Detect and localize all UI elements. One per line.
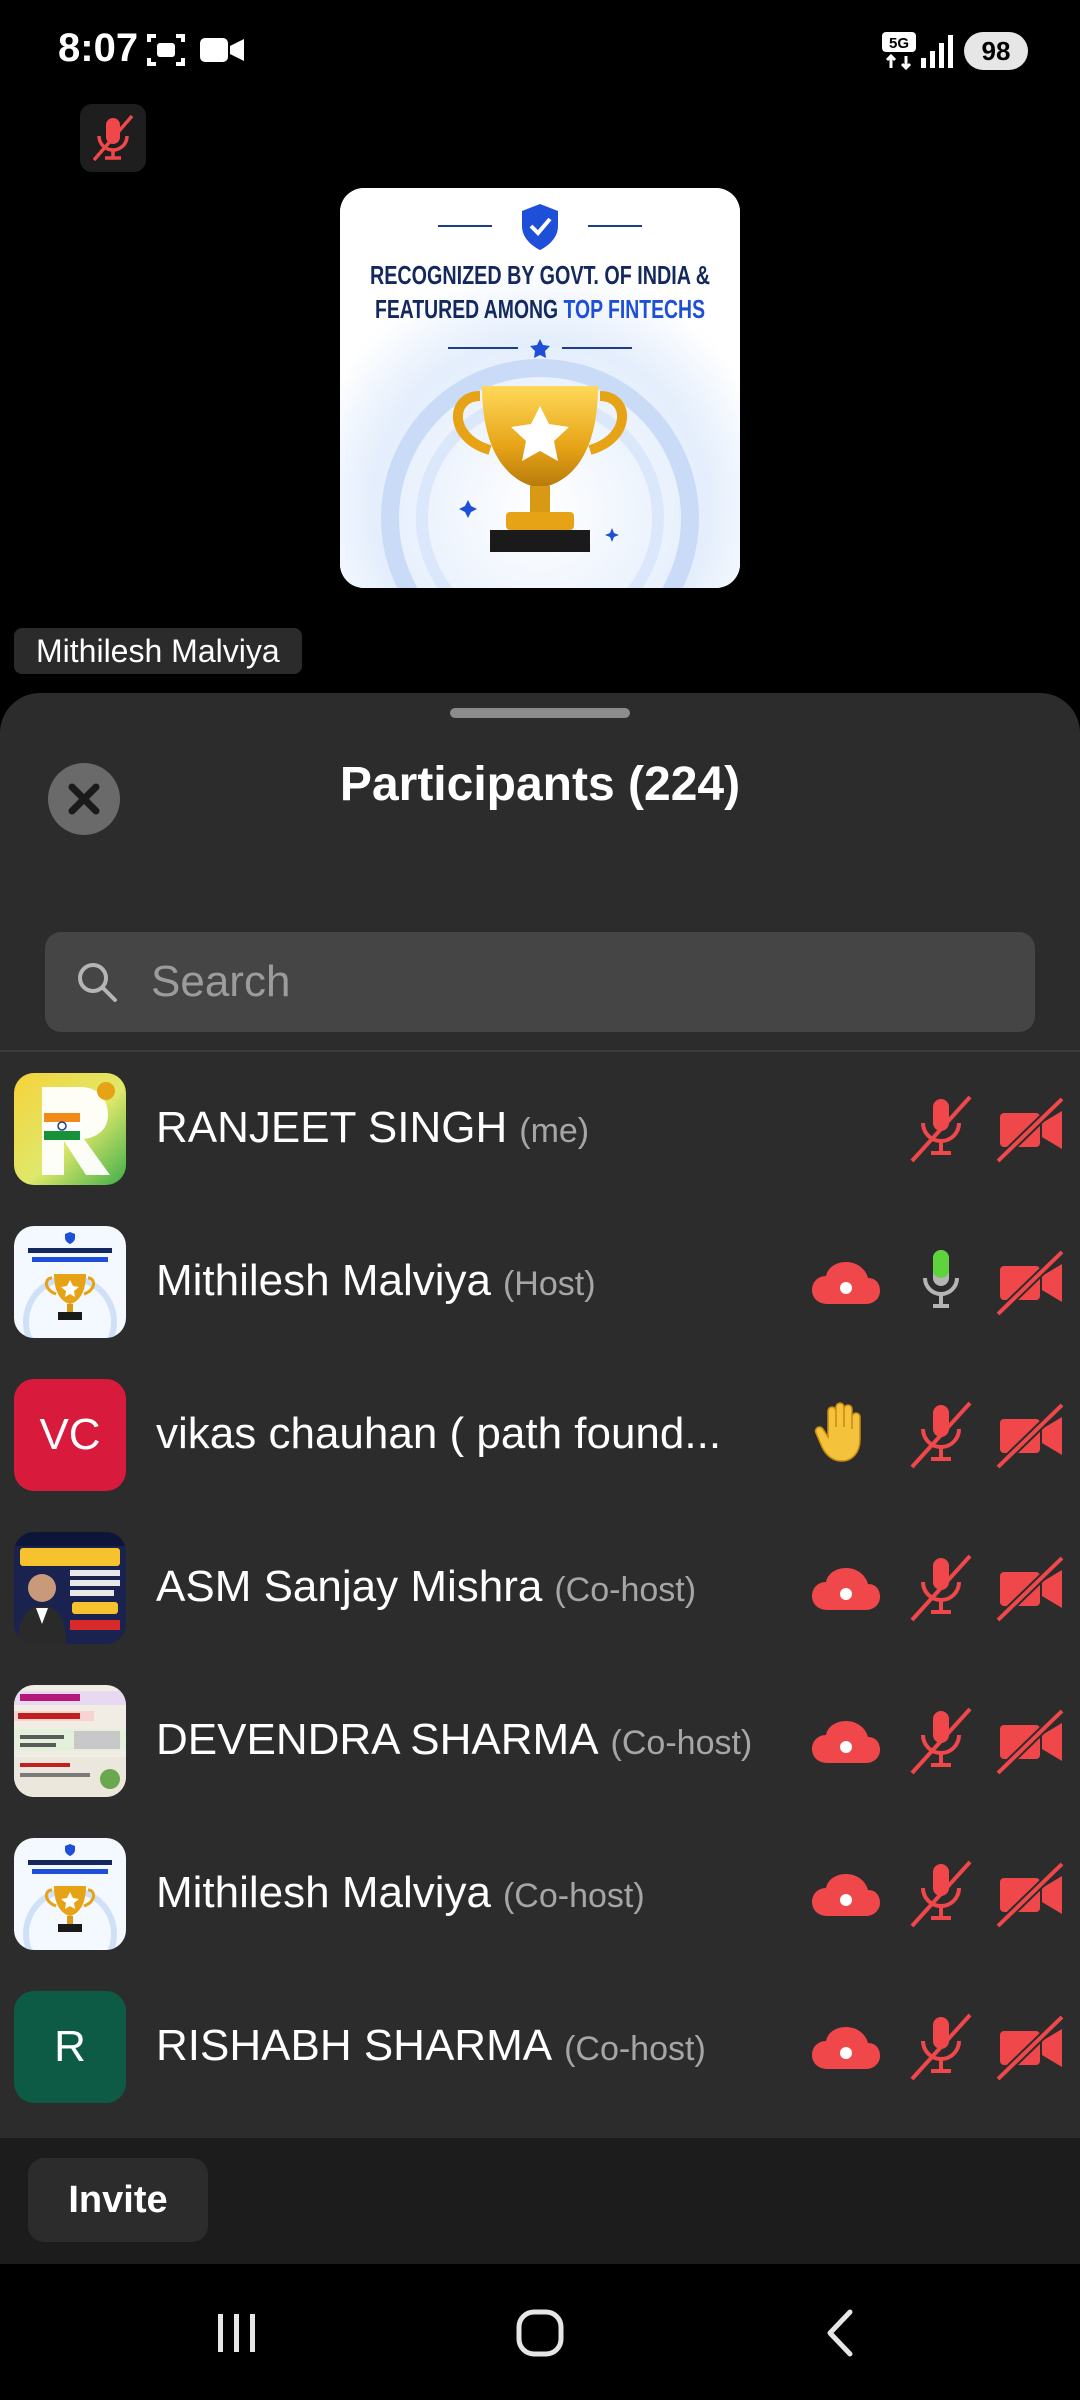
video-off-icon[interactable] bbox=[996, 1091, 1064, 1167]
participant-name: DEVENDRA SHARMA bbox=[156, 1715, 599, 1764]
mic-muted-icon[interactable] bbox=[906, 1550, 976, 1626]
avatar: R bbox=[14, 1991, 126, 2103]
search-bar[interactable] bbox=[45, 932, 1035, 1032]
screenshot-icon bbox=[147, 34, 185, 66]
participant-name: vikas chauhan ( path found... bbox=[156, 1409, 722, 1458]
participant-name-wrap: DEVENDRA SHARMA (Co-host) bbox=[156, 1715, 752, 1765]
cloud-recording-icon bbox=[812, 2027, 880, 2069]
system-navigation-bar bbox=[0, 2264, 1080, 2400]
participant-row[interactable]: VC vikas chauhan ( path found... bbox=[0, 1359, 1080, 1512]
participant-row[interactable]: DEVENDRA SHARMA (Co-host) bbox=[0, 1665, 1080, 1818]
participant-row[interactable]: R RISHABH SHARMA (Co-host) bbox=[0, 1971, 1080, 2124]
mic-muted-icon[interactable] bbox=[906, 2009, 976, 2085]
panel-title: Participants (224) bbox=[339, 758, 741, 811]
battery-indicator: 98 bbox=[964, 32, 1028, 70]
participant-name: Mithilesh Malviya bbox=[156, 1868, 491, 1917]
search-icon bbox=[78, 963, 117, 1002]
participant-name-wrap: vikas chauhan ( path found... bbox=[156, 1409, 721, 1459]
video-recording-icon bbox=[200, 38, 244, 62]
network-5g-icon: 5G bbox=[882, 32, 916, 70]
participant-role: (Co-host) bbox=[554, 1571, 697, 1609]
status-time: 8:07 bbox=[58, 26, 139, 70]
banner-line-2: FEATURED AMONG TOP FINTECHS bbox=[375, 294, 705, 324]
mic-muted-icon[interactable] bbox=[906, 1856, 976, 1932]
mic-muted-icon bbox=[92, 114, 134, 162]
participant-name-wrap: Mithilesh Malviya (Host) bbox=[156, 1256, 596, 1306]
video-off-icon[interactable] bbox=[996, 1397, 1064, 1473]
mic-on-icon[interactable] bbox=[906, 1244, 976, 1320]
cloud-recording-icon bbox=[812, 1262, 880, 1304]
video-off-icon[interactable] bbox=[996, 1244, 1064, 1320]
raised-hand-icon bbox=[814, 1402, 861, 1462]
cloud-recording-icon bbox=[812, 1874, 880, 1916]
video-off-icon[interactable] bbox=[996, 1703, 1064, 1779]
mic-muted-icon[interactable] bbox=[906, 1091, 976, 1167]
avatar: VC bbox=[14, 1379, 126, 1491]
video-off-icon[interactable] bbox=[996, 1550, 1064, 1626]
avatar bbox=[14, 1073, 126, 1185]
footer-bar: Invite bbox=[0, 2138, 1080, 2264]
participant-name-wrap: RISHABH SHARMA (Co-host) bbox=[156, 2021, 706, 2071]
participant-name-wrap: RANJEET SINGH (me) bbox=[156, 1103, 589, 1153]
participant-name: RISHABH SHARMA bbox=[156, 2021, 553, 2070]
active-speaker-name: Mithilesh Malviya bbox=[14, 628, 302, 674]
trophy-banner-image: RECOGNIZED BY GOVT. OF INDIA & FEATURED … bbox=[340, 188, 740, 588]
participant-row[interactable]: RANJEET SINGH (me) bbox=[0, 1053, 1080, 1206]
cloud-recording-icon bbox=[812, 1721, 880, 1763]
seminar-poster-avatar-image bbox=[14, 1532, 126, 1644]
participant-role: (Co-host) bbox=[502, 1877, 645, 1915]
trophy-avatar-image bbox=[14, 1226, 126, 1338]
flyer-collage-avatar-image bbox=[14, 1685, 126, 1797]
sheet-drag-handle[interactable] bbox=[450, 708, 630, 718]
back-icon[interactable] bbox=[810, 2308, 870, 2358]
mic-muted-icon[interactable] bbox=[906, 1397, 976, 1473]
participants-panel: Participants (224) Search RANJEET SINGH … bbox=[0, 693, 1080, 2265]
participant-role: (Co-host) bbox=[564, 2030, 706, 2068]
participant-row[interactable]: ASM Sanjay Mishra (Co-host) bbox=[0, 1512, 1080, 1665]
participant-name-wrap: ASM Sanjay Mishra (Co-host) bbox=[156, 1562, 696, 1612]
avatar bbox=[14, 1685, 126, 1797]
participant-name: RANJEET SINGH bbox=[156, 1103, 508, 1152]
home-icon[interactable] bbox=[510, 2308, 570, 2358]
signal-icon bbox=[921, 35, 953, 68]
status-bar: 8:07 5G 98 bbox=[0, 0, 1080, 100]
search-input[interactable] bbox=[151, 950, 1011, 1014]
avatar bbox=[14, 1838, 126, 1950]
participant-role: (Co-host) bbox=[610, 1724, 753, 1762]
participant-row[interactable]: Mithilesh Malviya (Co-host) bbox=[0, 1818, 1080, 1971]
participant-role: (Host) bbox=[502, 1265, 596, 1303]
shared-profile-image: RECOGNIZED BY GOVT. OF INDIA & FEATURED … bbox=[340, 188, 740, 588]
participant-role: (me) bbox=[519, 1112, 590, 1150]
participant-name-wrap: Mithilesh Malviya (Co-host) bbox=[156, 1868, 645, 1918]
letter-r-flag-avatar-image bbox=[14, 1073, 126, 1185]
banner-line-1: RECOGNIZED BY GOVT. OF INDIA & bbox=[370, 260, 710, 290]
trophy-avatar-image bbox=[14, 1838, 126, 1950]
svg-text:5G: 5G bbox=[889, 35, 909, 52]
participant-name: Mithilesh Malviya bbox=[156, 1256, 491, 1305]
avatar bbox=[14, 1226, 126, 1338]
participant-list: RANJEET SINGH (me) Mithilesh Malviya (Ho… bbox=[0, 1053, 1080, 2124]
self-mute-indicator[interactable] bbox=[80, 104, 146, 172]
invite-button[interactable]: Invite bbox=[28, 2158, 208, 2242]
divider bbox=[0, 1050, 1080, 1052]
participant-row[interactable]: Mithilesh Malviya (Host) bbox=[0, 1206, 1080, 1359]
video-off-icon[interactable] bbox=[996, 1856, 1064, 1932]
participant-name: ASM Sanjay Mishra bbox=[156, 1562, 543, 1611]
recent-apps-icon[interactable] bbox=[206, 2308, 266, 2358]
avatar bbox=[14, 1532, 126, 1644]
video-off-icon[interactable] bbox=[996, 2009, 1064, 2085]
cloud-recording-icon bbox=[812, 1568, 880, 1610]
mic-muted-icon[interactable] bbox=[906, 1703, 976, 1779]
